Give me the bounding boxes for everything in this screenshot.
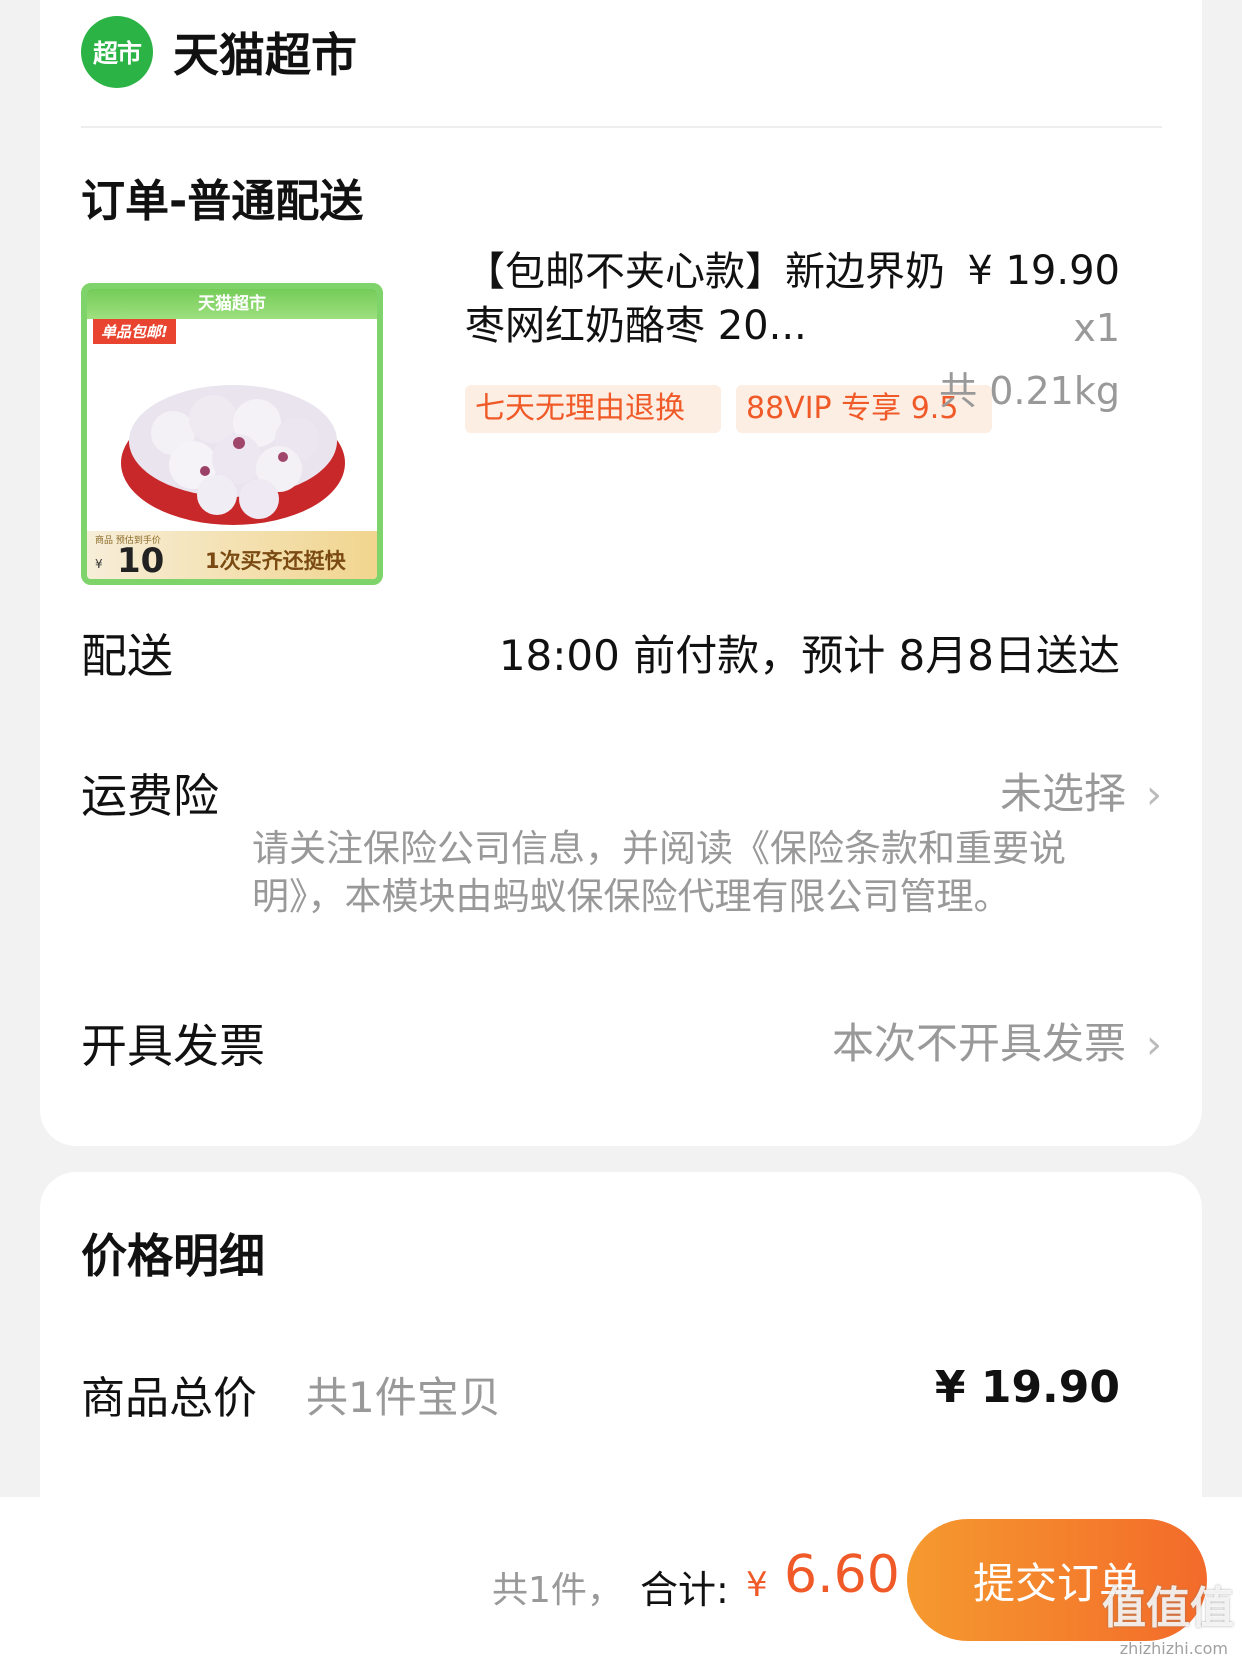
total-label: 合计: <box>640 1568 729 1612</box>
watermark-url: zhizhizhi.com <box>1119 1639 1228 1658</box>
image-corner-tag: 单品包邮! <box>93 319 176 344</box>
product-photo-bowl <box>121 385 345 525</box>
image-price-strip: 商品 预估到手价 ¥ 10 1次买齐还挺快 <box>87 531 377 579</box>
checkout-bar: 共1件， 合计: ¥ 6.60 提交订单 <box>0 1497 1242 1660</box>
product-weight: 共 0.21kg <box>939 369 1120 413</box>
subtotal-value: ¥ 19.90 <box>934 1362 1120 1413</box>
subtotal-label: 商品总价 <box>81 1373 257 1424</box>
shipping-insurance-value: 未选择 <box>999 769 1126 818</box>
item-count: 共1件， <box>492 1570 623 1611</box>
product-price: ¥ 19.90 <box>967 248 1120 294</box>
total-currency: ¥ <box>746 1565 768 1605</box>
store-header[interactable]: 超市 天猫超市 <box>81 15 357 89</box>
order-title: 订单-普通配送 <box>81 176 364 227</box>
return-policy-tag: 七天无理由退换 <box>465 385 721 433</box>
product-title[interactable]: 【包邮不夹心款】新边界奶枣网红奶酪枣 20... <box>465 245 945 353</box>
total-amount: 6.60 <box>784 1545 900 1605</box>
product-quantity: x1 <box>1073 306 1120 350</box>
product-image[interactable]: 天猫超市 单品包邮! 商品 预估到手价 ¥ 10 1次买齐还挺快 <box>81 283 383 585</box>
divider <box>81 126 1162 128</box>
image-price-yen: ¥ <box>95 557 103 571</box>
delivery-value: 18:00 前付款，预计 8月8日送达 <box>498 631 1120 680</box>
chevron-right-icon: › <box>1146 1022 1162 1068</box>
shipping-insurance-label: 运费险 <box>81 769 219 823</box>
invoice-value: 本次不开具发票 <box>831 1019 1126 1068</box>
watermark-logo: 值值值 <box>1102 1583 1234 1634</box>
chevron-right-icon: › <box>1146 772 1162 818</box>
store-name: 天猫超市 <box>173 28 357 82</box>
price-detail-title: 价格明细 <box>81 1229 265 1283</box>
image-promo: 1次买齐还挺快 <box>205 549 346 573</box>
invoice-label: 开具发票 <box>81 1019 265 1073</box>
store-logo-icon: 超市 <box>81 16 153 88</box>
subtotal-count: 共1件宝贝 <box>306 1373 501 1422</box>
order-card: 超市 天猫超市 订单-普通配送 天猫超市 单品包邮! 商品 预估到手价 ¥ 10… <box>40 0 1202 1146</box>
shipping-insurance-selector[interactable]: 未选择 › <box>1000 760 1162 821</box>
invoice-selector[interactable]: 本次不开具发票 › <box>832 1010 1162 1071</box>
checkout-page: 超市 天猫超市 订单-普通配送 天猫超市 单品包邮! 商品 预估到手价 ¥ 10… <box>0 0 1242 1660</box>
delivery-label: 配送 <box>81 629 173 683</box>
image-price: 10 <box>117 541 165 581</box>
insurance-note: 请关注保险公司信息，并阅读《保险条款和重要说明》，本模块由蚂蚁保保险代理有限公司… <box>252 827 1066 918</box>
image-banner: 天猫超市 <box>87 289 377 319</box>
